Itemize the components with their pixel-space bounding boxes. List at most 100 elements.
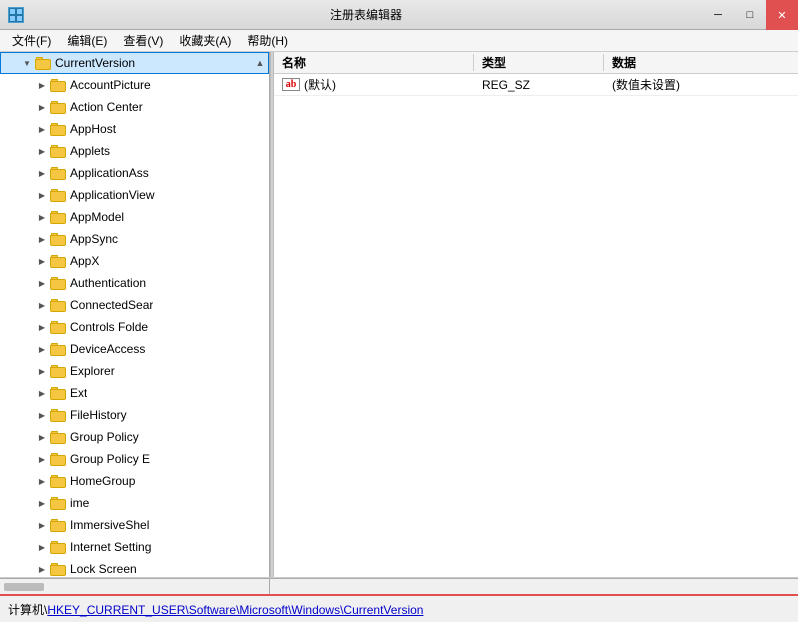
status-path: HKEY_CURRENT_USER\Software\Microsoft\Win… [47,603,423,617]
tree-item-applicationass[interactable]: ▶ ApplicationAss [0,162,269,184]
window-title: 注册表编辑器 [30,6,702,23]
item-label: Group Policy E [70,452,150,466]
table-row[interactable]: ab (默认) REG_SZ (数值未设置) [274,74,798,96]
close-button[interactable]: ✕ [766,0,798,30]
folder-icon [50,343,66,356]
folder-icon [35,57,51,70]
tree-hscroll[interactable] [0,579,270,594]
table-header: 名称 类型 数据 [274,52,798,74]
arrow-icon: ▶ [36,541,48,553]
tree-item-actioncenter[interactable]: ▶ Action Center [0,96,269,118]
folder-icon [50,365,66,378]
folder-icon [50,211,66,224]
minimize-button[interactable]: ─ [702,0,734,30]
main-content: ▼ CurrentVersion ▲ ▶ AccountPicture [0,52,798,578]
arrow-icon: ▶ [36,519,48,531]
maximize-button[interactable]: □ [734,0,766,30]
folder-icon [50,497,66,510]
tree-item-immersiveshel[interactable]: ▶ ImmersiveShel [0,514,269,536]
folder-icon [50,431,66,444]
tree-item-lockscreen[interactable]: ▶ Lock Screen [0,558,269,577]
folder-icon [50,387,66,400]
folder-icon [50,475,66,488]
arrow-icon: ▶ [36,123,48,135]
folder-icon [50,321,66,334]
tree-item-controlsfolder[interactable]: ▶ Controls Folde [0,316,269,338]
item-label: ImmersiveShel [70,518,149,532]
status-text: 计算机\HKEY_CURRENT_USER\Software\Microsoft… [8,601,423,618]
tree-item-deviceaccess[interactable]: ▶ DeviceAccess [0,338,269,360]
menu-edit[interactable]: 编辑(E) [59,30,115,51]
tree-item-ime[interactable]: ▶ ime [0,492,269,514]
col-name-header: 名称 [274,54,474,71]
item-label: Controls Folde [70,320,148,334]
folder-icon [50,123,66,136]
item-label: Applets [70,144,110,158]
menu-help[interactable]: 帮助(H) [239,30,296,51]
tree-item-appmodel[interactable]: ▶ AppModel [0,206,269,228]
tree-item-appx[interactable]: ▶ AppX [0,250,269,272]
tree-scroll[interactable]: ▼ CurrentVersion ▲ ▶ AccountPicture [0,52,269,577]
item-label: AccountPicture [70,78,151,92]
cell-name: ab (默认) [274,76,474,93]
menu-view[interactable]: 查看(V) [115,30,171,51]
tree-panel: ▼ CurrentVersion ▲ ▶ AccountPicture [0,52,270,577]
col-data-header: 数据 [604,54,798,71]
menu-favorites[interactable]: 收藏夹(A) [171,30,239,51]
tree-item-filehistory[interactable]: ▶ FileHistory [0,404,269,426]
hscroll-thumb[interactable] [4,583,44,591]
tree-item-appsync[interactable]: ▶ AppSync [0,228,269,250]
arrow-icon: ▶ [36,453,48,465]
folder-icon [50,255,66,268]
root-label: CurrentVersion [55,56,135,70]
arrow-icon: ▶ [36,255,48,267]
arrow-icon: ▶ [36,563,48,575]
arrow-icon: ▶ [36,233,48,245]
tree-item-applets[interactable]: ▶ Applets [0,140,269,162]
horizontal-scrollbar[interactable] [0,578,798,594]
tree-item-explorer[interactable]: ▶ Explorer [0,360,269,382]
sort-icon: ▲ [252,55,268,71]
tree-item-apphost[interactable]: ▶ AppHost [0,118,269,140]
folder-icon [50,453,66,466]
item-label: Lock Screen [70,562,137,576]
cell-type: REG_SZ [474,78,604,92]
data-panel: 名称 类型 数据 ab (默认) REG_SZ (数值未设置) [274,52,798,577]
window-controls: ─ □ ✕ [702,0,798,29]
item-label: ime [70,496,89,510]
item-label: ApplicationView [70,188,155,202]
tree-item-accountpicture[interactable]: ▶ AccountPicture [0,74,269,96]
folder-icon [50,189,66,202]
item-label: DeviceAccess [70,342,145,356]
tree-item-connectedsear[interactable]: ▶ ConnectedSear [0,294,269,316]
arrow-icon: ▶ [36,211,48,223]
tree-item-grouppolicy[interactable]: ▶ Group Policy [0,426,269,448]
tree-item-internetsetting[interactable]: ▶ Internet Setting [0,536,269,558]
arrow-icon: ▶ [36,145,48,157]
item-label: Authentication [70,276,146,290]
folder-icon [50,79,66,92]
tree-item-applicationview[interactable]: ▶ ApplicationView [0,184,269,206]
tree-item-authentication[interactable]: ▶ Authentication [0,272,269,294]
item-label: ApplicationAss [70,166,149,180]
menu-file[interactable]: 文件(F) [4,30,59,51]
item-label: Group Policy [70,430,139,444]
tree-item-grouppolicye[interactable]: ▶ Group Policy E [0,448,269,470]
tree-root-item[interactable]: ▼ CurrentVersion ▲ [0,52,269,74]
data-hscroll[interactable] [270,579,798,594]
col-type-header: 类型 [474,54,604,71]
arrow-icon: ▶ [36,321,48,333]
arrow-icon: ▶ [36,387,48,399]
item-label: Action Center [70,100,143,114]
arrow-icon: ▶ [36,79,48,91]
tree-item-homegroup[interactable]: ▶ HomeGroup [0,470,269,492]
item-label: FileHistory [70,408,127,422]
item-label: HomeGroup [70,474,135,488]
folder-icon [50,541,66,554]
title-bar: 注册表编辑器 ─ □ ✕ [0,0,798,30]
value-name: (默认) [304,76,336,93]
item-label: Ext [70,386,87,400]
tree-item-ext[interactable]: ▶ Ext [0,382,269,404]
item-label: AppModel [70,210,124,224]
item-label: AppX [70,254,99,268]
